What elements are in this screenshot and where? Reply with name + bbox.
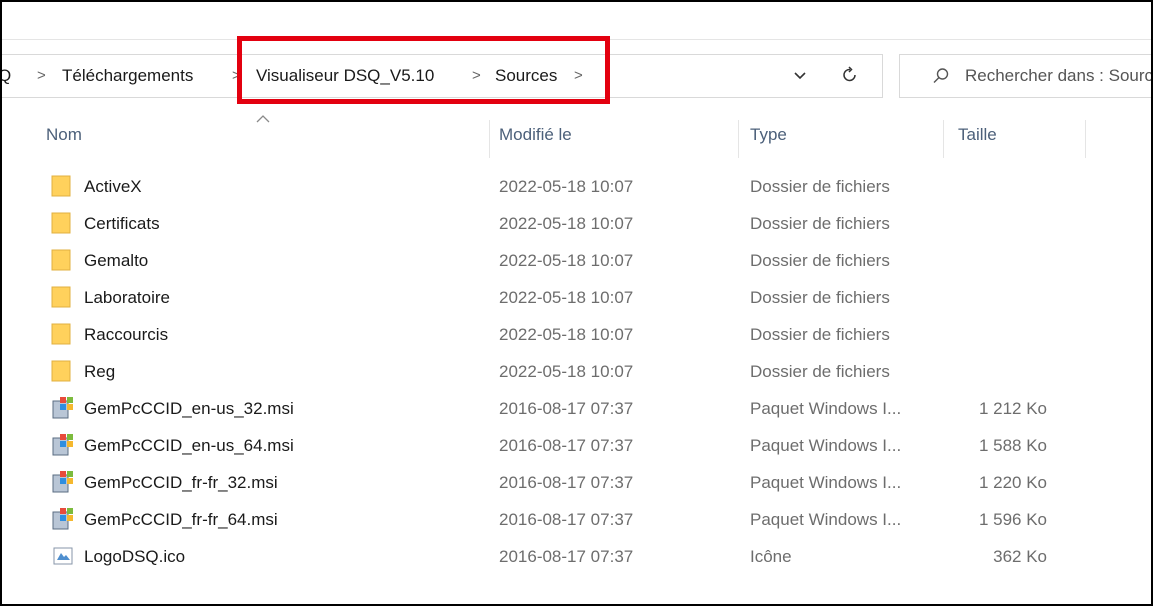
file-modified: 2022-05-18 10:07	[499, 251, 634, 270]
address-dropdown-button[interactable]	[786, 63, 814, 89]
file-name: ActiveX	[84, 177, 142, 196]
file-type: Paquet Windows I...	[750, 399, 902, 418]
folder-icon	[51, 323, 71, 345]
file-type: Paquet Windows I...	[750, 510, 902, 529]
sort-ascending-icon	[256, 112, 270, 126]
file-size	[942, 168, 1047, 205]
file-modified: 2022-05-18 10:07	[499, 214, 634, 233]
file-row[interactable]: LogoDSQ.ico 2016-08-17 07:37 Icône 362 K…	[2, 538, 1151, 575]
file-size: 1 588 Ko	[978, 436, 1047, 455]
file-size: 1 212 Ko	[978, 399, 1047, 418]
msi-package-icon	[52, 471, 73, 493]
file-name: Raccourcis	[84, 325, 169, 344]
chevron-down-icon	[794, 72, 806, 80]
folder-icon	[51, 360, 71, 382]
file-modified: 2016-08-17 07:37	[499, 399, 634, 418]
file-size	[942, 316, 1047, 353]
column-header-type[interactable]: Type	[750, 120, 787, 150]
file-modified: 2022-05-18 10:07	[499, 362, 634, 381]
file-modified: 2016-08-17 07:37	[499, 436, 634, 455]
msi-package-icon	[52, 508, 73, 530]
column-header-modified[interactable]: Modifié le	[499, 120, 572, 150]
red-highlight-box	[237, 36, 610, 104]
file-row[interactable]: Certificats 2022-05-18 10:07 Dossier de …	[2, 205, 1151, 242]
file-size	[942, 242, 1047, 279]
column-divider[interactable]	[943, 120, 944, 158]
column-headers: Nom Modifié le Type Taille	[2, 112, 1151, 158]
folder-icon	[51, 175, 71, 197]
column-divider[interactable]	[738, 120, 739, 158]
msi-package-icon	[52, 434, 73, 456]
file-row[interactable]: GemPcCCID_en-us_64.msi 2016-08-17 07:37 …	[2, 427, 1151, 464]
file-size: 362 Ko	[993, 547, 1047, 566]
file-modified: 2022-05-18 10:07	[499, 325, 634, 344]
breadcrumb-item-telechargements[interactable]: Téléchargements	[62, 63, 193, 89]
file-name: GemPcCCID_fr-fr_32.msi	[84, 473, 278, 492]
ico-file-icon	[53, 547, 73, 565]
file-modified: 2022-05-18 10:07	[499, 177, 634, 196]
breadcrumb-separator[interactable]: >	[37, 63, 46, 89]
file-row[interactable]: GemPcCCID_en-us_32.msi 2016-08-17 07:37 …	[2, 390, 1151, 427]
column-header-name[interactable]: Nom	[46, 120, 82, 150]
folder-icon	[51, 212, 71, 234]
file-type: Dossier de fichiers	[750, 214, 890, 233]
file-modified: 2016-08-17 07:37	[499, 510, 634, 529]
file-type: Dossier de fichiers	[750, 251, 890, 270]
file-row[interactable]: Gemalto 2022-05-18 10:07 Dossier de fich…	[2, 242, 1151, 279]
file-type: Dossier de fichiers	[750, 362, 890, 381]
file-type: Paquet Windows I...	[750, 473, 902, 492]
file-size	[942, 279, 1047, 316]
file-row[interactable]: GemPcCCID_fr-fr_64.msi 2016-08-17 07:37 …	[2, 501, 1151, 538]
column-header-size[interactable]: Taille	[958, 120, 997, 150]
file-row[interactable]: Laboratoire 2022-05-18 10:07 Dossier de …	[2, 279, 1151, 316]
breadcrumb-item-parent[interactable]: Q	[2, 63, 11, 89]
file-name: GemPcCCID_fr-fr_64.msi	[84, 510, 278, 529]
folder-icon	[51, 249, 71, 271]
file-name: Certificats	[84, 214, 160, 233]
file-modified: 2016-08-17 07:37	[499, 547, 634, 566]
file-size	[942, 205, 1047, 242]
file-name: GemPcCCID_en-us_64.msi	[84, 436, 294, 455]
file-type: Icône	[750, 547, 792, 566]
address-bar: Q > Téléchargements > Visualiseur DSQ_V5…	[2, 2, 1151, 109]
column-divider[interactable]	[489, 120, 490, 158]
file-size	[942, 353, 1047, 390]
file-row[interactable]: Reg 2022-05-18 10:07 Dossier de fichiers	[2, 353, 1151, 390]
file-row[interactable]: Raccourcis 2022-05-18 10:07 Dossier de f…	[2, 316, 1151, 353]
file-type: Dossier de fichiers	[750, 177, 890, 196]
file-explorer-window: Q > Téléchargements > Visualiseur DSQ_V5…	[0, 0, 1153, 606]
msi-package-icon	[52, 397, 73, 419]
file-name: LogoDSQ.ico	[84, 547, 186, 566]
file-size: 1 220 Ko	[978, 473, 1047, 492]
file-name: Laboratoire	[84, 288, 171, 307]
file-size: 1 596 Ko	[978, 510, 1047, 529]
column-divider[interactable]	[1085, 120, 1086, 158]
file-name: GemPcCCID_en-us_32.msi	[84, 399, 294, 418]
file-modified: 2016-08-17 07:37	[499, 473, 634, 492]
file-name: Reg	[84, 362, 116, 381]
file-row[interactable]: ActiveX 2022-05-18 10:07 Dossier de fich…	[2, 168, 1151, 205]
folder-icon	[51, 286, 71, 308]
search-icon	[927, 62, 955, 90]
file-type: Dossier de fichiers	[750, 325, 890, 344]
file-name: Gemalto	[84, 251, 149, 270]
file-modified: 2022-05-18 10:07	[499, 288, 634, 307]
refresh-icon	[843, 66, 856, 82]
file-type: Dossier de fichiers	[750, 288, 890, 307]
file-row[interactable]: GemPcCCID_fr-fr_32.msi 2016-08-17 07:37 …	[2, 464, 1151, 501]
refresh-button[interactable]	[835, 60, 865, 90]
search-input[interactable]	[965, 62, 1151, 90]
file-type: Paquet Windows I...	[750, 436, 902, 455]
